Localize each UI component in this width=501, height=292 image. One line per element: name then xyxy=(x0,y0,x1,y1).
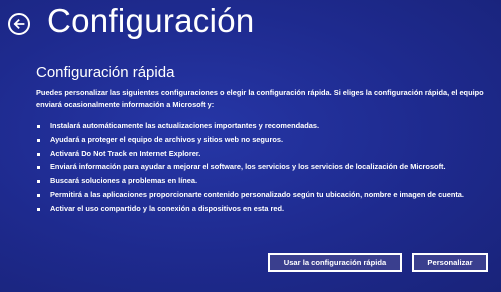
use-express-settings-button[interactable]: Usar la configuración rápida xyxy=(268,253,402,272)
settings-list: Instalará automáticamente las actualizac… xyxy=(36,121,496,218)
list-item-text: Permitirá a las aplicaciones proporciona… xyxy=(50,189,464,199)
page-title: Configuración xyxy=(47,2,255,39)
list-item-text: Activará Do Not Track en Internet Explor… xyxy=(50,148,201,158)
bullet-icon xyxy=(37,193,40,197)
list-item: Enviará información para ayudar a mejora… xyxy=(36,162,496,173)
section-title: Configuración rápida xyxy=(36,64,175,81)
back-arrow-icon xyxy=(13,19,25,29)
bullet-icon xyxy=(37,138,40,142)
bullet-icon xyxy=(37,180,40,184)
list-item-text: Buscará soluciones a problemas en línea. xyxy=(50,176,198,186)
list-item-text: Activar el uso compartido y la conexión … xyxy=(50,203,285,213)
bullet-icon xyxy=(37,125,40,128)
list-item-text: Ayudará a proteger el equipo de archivos… xyxy=(50,134,284,144)
list-item: Ayudará a proteger el equipo de archivos… xyxy=(36,135,496,146)
back-button[interactable] xyxy=(8,13,30,35)
list-item: Permitirá a las aplicaciones proporciona… xyxy=(36,190,496,201)
intro-text: Puedes personalizar las siguientes confi… xyxy=(36,88,484,109)
list-item: Instalará automáticamente las actualizac… xyxy=(36,121,496,132)
list-item-text: Enviará información para ayudar a mejora… xyxy=(50,162,446,172)
list-item: Buscará soluciones a problemas en línea. xyxy=(36,176,496,187)
list-item-text: Instalará automáticamente las actualizac… xyxy=(50,121,320,130)
list-item: Activará Do Not Track en Internet Explor… xyxy=(36,149,496,160)
bullet-icon xyxy=(37,166,40,170)
bullet-icon xyxy=(37,152,40,156)
customize-button[interactable]: Personalizar xyxy=(412,253,488,272)
setup-screen: Configuración Configuración rápida Puede… xyxy=(0,0,501,292)
list-item: Activar el uso compartido y la conexión … xyxy=(36,204,496,215)
bullet-icon xyxy=(37,207,40,211)
